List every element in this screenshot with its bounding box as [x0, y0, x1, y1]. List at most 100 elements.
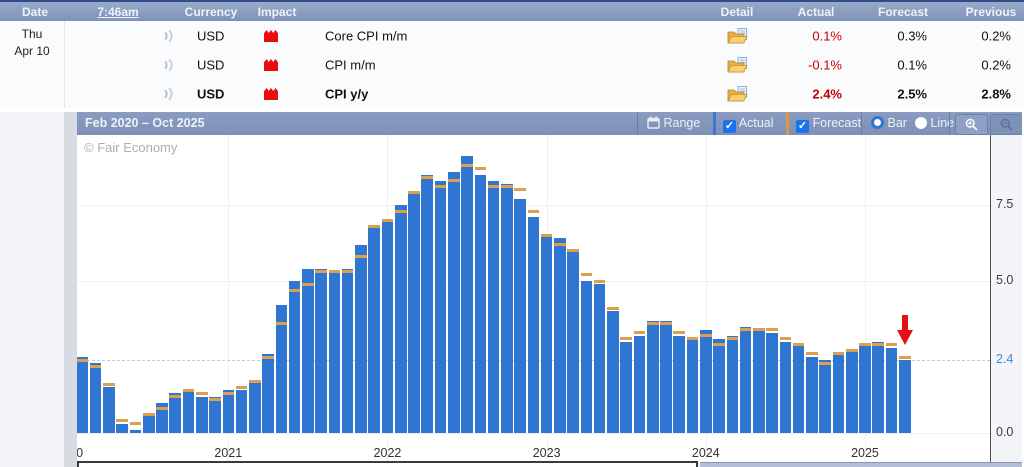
bar-actual: [634, 336, 646, 433]
bar-forecast: [647, 322, 659, 325]
actual-toggle-label: Actual: [739, 116, 774, 130]
event-name[interactable]: CPI y/y: [325, 86, 368, 101]
bar-actual: [899, 360, 911, 433]
detail-folder-icon[interactable]: [727, 28, 748, 44]
bar-forecast: [329, 270, 341, 273]
bar-forecast: [289, 289, 301, 292]
bar-actual: [116, 424, 128, 433]
detail-folder-icon[interactable]: [727, 86, 748, 102]
bar-actual: [196, 397, 208, 433]
bar-forecast: [594, 280, 606, 283]
bar-forecast: [342, 270, 354, 273]
col-header-detail: Detail: [721, 5, 754, 19]
bar-forecast: [90, 365, 102, 368]
impact-icon-wrap[interactable]: [264, 59, 278, 71]
range-button[interactable]: Range: [647, 116, 700, 130]
bar-actual: [382, 220, 394, 433]
col-header-currency: Currency: [185, 5, 238, 19]
bar-actual: [236, 390, 248, 433]
bar-forecast: [687, 337, 699, 340]
bar-actual: [607, 311, 619, 433]
bar-actual: [581, 281, 593, 433]
broadcast-icon[interactable]: [161, 87, 175, 101]
broadcast-icon-wrap[interactable]: [161, 29, 175, 43]
impact-icon-wrap[interactable]: [264, 88, 278, 100]
bar-forecast: [713, 343, 725, 346]
actual-toggle[interactable]: ✓ Actual: [723, 116, 774, 133]
bar-forecast: [461, 164, 473, 167]
range-label: Range: [663, 116, 700, 130]
detail-button[interactable]: [727, 57, 748, 73]
event-name[interactable]: CPI m/m: [325, 57, 376, 72]
currency-label: USD: [197, 57, 224, 72]
range-slider-track[interactable]: [700, 462, 1022, 467]
bar-actual: [130, 430, 142, 433]
bar-actual: [700, 330, 712, 433]
bar-forecast: [223, 392, 235, 395]
event-name[interactable]: Core CPI m/m: [325, 28, 407, 43]
bar-mode-radio[interactable]: Bar: [871, 116, 907, 130]
cpi-chart-plot[interactable]: © Fair Economy 202020212022202320242025: [77, 135, 991, 462]
bar-forecast: [859, 343, 871, 346]
bar-forecast: [183, 389, 195, 392]
latest-release-arrow-icon: [897, 315, 913, 345]
bar-forecast: [421, 176, 433, 179]
bar-forecast: [169, 395, 181, 398]
bar-actual: [594, 284, 606, 433]
broadcast-icon-wrap[interactable]: [161, 87, 175, 101]
broadcast-icon-wrap[interactable]: [161, 58, 175, 72]
bar-actual: [687, 339, 699, 433]
bar-actual: [501, 184, 513, 433]
bar-actual: [223, 390, 235, 433]
actual-checkbox[interactable]: ✓: [723, 120, 736, 133]
range-slider-window[interactable]: [77, 461, 698, 467]
zoom-in-button[interactable]: [955, 114, 988, 135]
impact-icon: [264, 59, 278, 71]
actual-value: 0.1%: [760, 28, 842, 43]
detail-folder-icon[interactable]: [727, 57, 748, 73]
bar-forecast: [780, 337, 792, 340]
event-row: USDCore CPI m/m0.1%0.3%0.2%: [65, 21, 1024, 50]
line-radio-button[interactable]: [915, 117, 927, 129]
bar-radio-button[interactable]: [871, 116, 884, 129]
bar-actual: [435, 181, 447, 433]
y-tick-label: 5.0: [996, 273, 1013, 287]
bar-actual: [302, 269, 314, 433]
bar-forecast: [116, 419, 128, 422]
zoom-out-button[interactable]: [990, 114, 1023, 135]
bar-actual: [753, 330, 765, 433]
bar-actual: [846, 351, 858, 433]
bar-forecast: [130, 422, 142, 425]
bar-forecast: [793, 343, 805, 346]
bar-forecast: [236, 386, 248, 389]
y-axis-labels: 7.55.00.02.4: [991, 135, 1024, 462]
bar-forecast: [833, 352, 845, 355]
bar-actual: [727, 336, 739, 433]
x-axis-year-label: 2025: [851, 446, 879, 460]
bar-actual: [475, 175, 487, 433]
bar-actual: [819, 360, 831, 433]
date-cell: Thu Apr 10: [0, 21, 65, 108]
forecast-checkbox[interactable]: ✓: [796, 120, 809, 133]
bar-forecast: [156, 407, 168, 410]
bar-actual: [488, 181, 500, 433]
broadcast-icon[interactable]: [161, 29, 175, 43]
col-header-forecast: Forecast: [878, 5, 928, 19]
chart-titlebar: Feb 2020 – Oct 2025 Range ✓ Actual ✓ For…: [77, 112, 1022, 135]
broadcast-icon[interactable]: [161, 58, 175, 72]
detail-button[interactable]: [727, 86, 748, 102]
bar-forecast: [872, 343, 884, 346]
detail-button[interactable]: [727, 28, 748, 44]
bar-forecast: [196, 392, 208, 395]
chart-range-title: Feb 2020 – Oct 2025: [85, 116, 205, 130]
time-link[interactable]: 7:46am: [97, 5, 138, 19]
forecast-toggle[interactable]: ✓ Forecast: [796, 116, 861, 133]
bar-actual: [793, 345, 805, 433]
impact-icon-wrap[interactable]: [264, 30, 278, 42]
bar-actual: [713, 339, 725, 433]
bar-mode-label: Bar: [887, 116, 906, 130]
bar-forecast: [554, 243, 566, 246]
bar-actual: [169, 393, 181, 433]
x-axis-year-label: 2023: [533, 446, 561, 460]
x-axis-year-label: 2021: [214, 446, 242, 460]
